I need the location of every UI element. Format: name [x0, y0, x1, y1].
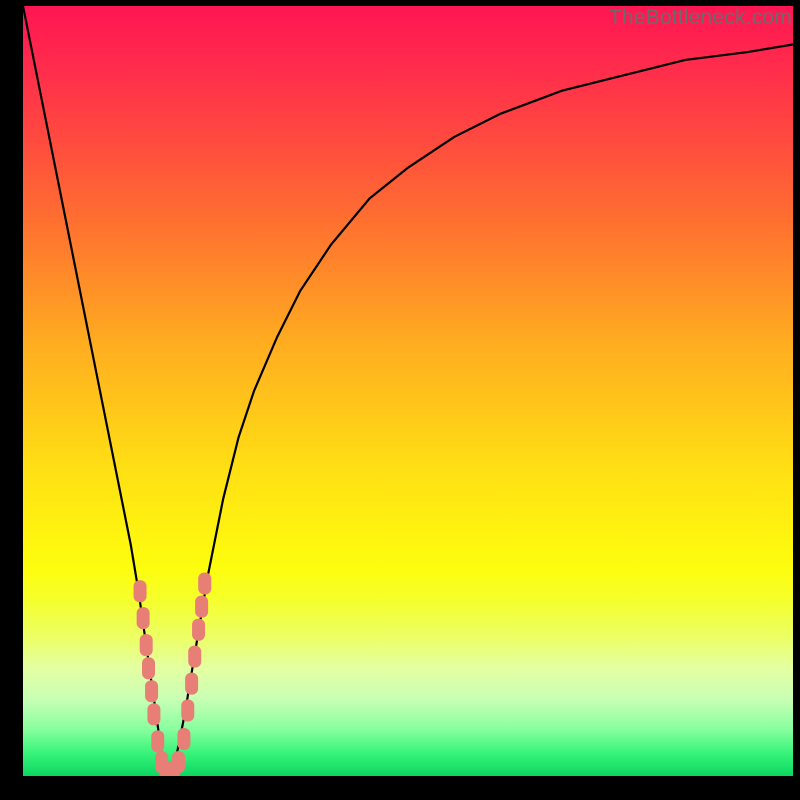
watermark-label: TheBottleneck.com — [609, 6, 792, 30]
bottleneck-curve — [23, 6, 793, 776]
cluster-markers — [134, 573, 212, 777]
cluster-point — [137, 607, 150, 629]
cluster-point — [181, 700, 194, 722]
plot-area — [23, 6, 793, 776]
cluster-point — [151, 730, 164, 752]
chart-frame: TheBottleneck.com — [0, 0, 800, 800]
cluster-point — [172, 751, 185, 773]
cluster-point — [142, 657, 155, 679]
cluster-point — [177, 728, 190, 750]
cluster-point — [188, 646, 201, 668]
cluster-point — [185, 673, 198, 695]
cluster-point — [195, 596, 208, 618]
cluster-point — [198, 573, 211, 595]
cluster-point — [134, 580, 147, 602]
cluster-point — [192, 619, 205, 641]
cluster-point — [147, 703, 160, 725]
cluster-point — [145, 680, 158, 702]
chart-svg — [23, 6, 793, 776]
cluster-point — [140, 634, 153, 656]
